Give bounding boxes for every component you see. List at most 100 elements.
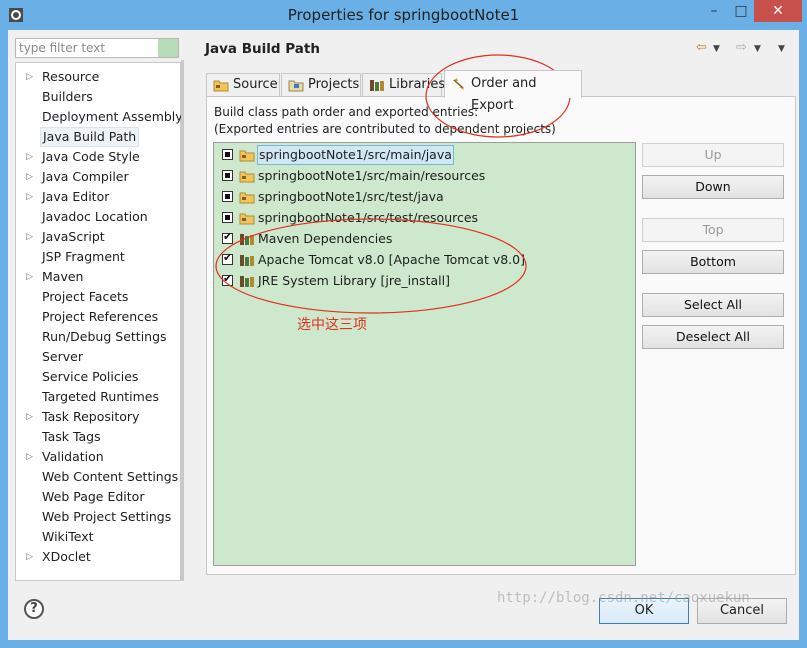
window-title: Properties for springbootNote1 (287, 6, 520, 24)
export-checkbox[interactable] (222, 191, 233, 202)
forward-arrow-icon[interactable]: ⇨ (736, 40, 747, 55)
deselect-all-button[interactable]: Deselect All (642, 325, 784, 349)
description-line-1: Build class path order and exported entr… (214, 105, 479, 119)
expand-arrow-icon[interactable]: ▷ (26, 67, 34, 87)
tree-item[interactable]: ▷ Task Repository (16, 407, 180, 427)
forward-menu-chevron-icon[interactable]: ▼ (754, 44, 761, 54)
classpath-entry[interactable]: springbootNote1/src/test/java (214, 187, 635, 207)
tree-item-label: Java Editor (42, 189, 110, 204)
expand-arrow-icon[interactable]: ▷ (26, 187, 34, 207)
classpath-entry-label: Apache Tomcat v8.0 [Apache Tomcat v8.0] (258, 252, 525, 267)
source-folder-icon (239, 150, 255, 162)
classpath-entry[interactable]: springbootNote1/src/main/java (214, 145, 635, 165)
classpath-entry[interactable]: Maven Dependencies (214, 229, 635, 249)
classpath-entry-label: Maven Dependencies (258, 231, 393, 246)
tree-item[interactable]: ▷ Validation (16, 447, 180, 467)
tab-label: Libraries (389, 77, 446, 92)
tree-item[interactable]: ▷ Resource (16, 67, 180, 87)
property-tree[interactable]: ▷ Resource Builders Deployment Assembly Java… (15, 62, 183, 581)
tree-item[interactable]: Service Policies (16, 367, 180, 387)
back-arrow-icon[interactable]: ⇦ (696, 40, 707, 55)
expand-arrow-icon[interactable]: ▷ (26, 447, 34, 467)
expand-arrow-icon[interactable]: ▷ (26, 267, 34, 287)
title-bar[interactable]: Properties for springbootNote1 – □ ✕ (0, 0, 807, 30)
filter-input[interactable]: type filter text (15, 38, 179, 58)
tree-item[interactable]: Project References (16, 307, 180, 327)
library-icon (240, 255, 254, 266)
tree-item[interactable]: Builders (16, 87, 180, 107)
tree-item[interactable]: Task Tags (16, 427, 180, 447)
clear-filter-icon[interactable] (158, 39, 178, 57)
tree-item-label: Task Tags (42, 429, 101, 444)
tree-item[interactable]: WikiText (16, 527, 180, 547)
tab-projects[interactable]: Projects (281, 73, 361, 96)
tab-source[interactable]: Source (206, 73, 280, 96)
tree-item[interactable]: ▷ JavaScript (16, 227, 180, 247)
down-button[interactable]: Down (642, 175, 784, 199)
tab-libraries[interactable]: Libraries (362, 73, 446, 96)
tree-item[interactable]: Web Page Editor (16, 487, 180, 507)
tree-item[interactable]: Deployment Assembly (16, 107, 183, 127)
classpath-entry-label: springbootNote1/src/main/java (257, 145, 454, 165)
tree-item-label: Java Build Path (40, 127, 140, 147)
expand-arrow-icon[interactable]: ▷ (26, 547, 34, 567)
classpath-entries-list[interactable]: springbootNote1/src/main/java springbootN… (213, 142, 636, 566)
classpath-entry[interactable]: springbootNote1/src/test/resources (214, 208, 635, 228)
help-icon[interactable]: ? (24, 599, 44, 619)
classpath-entry[interactable]: Apache Tomcat v8.0 [Apache Tomcat v8.0] (214, 250, 635, 270)
minimize-button[interactable]: – (700, 0, 728, 22)
view-menu-chevron-icon[interactable]: ▼ (778, 44, 785, 54)
classpath-entry[interactable]: JRE System Library [jre_install] (214, 271, 635, 291)
tree-item[interactable]: Run/Debug Settings (16, 327, 180, 347)
export-checkbox[interactable] (222, 230, 233, 244)
page-title: Java Build Path (205, 41, 320, 57)
back-menu-chevron-icon[interactable]: ▼ (713, 44, 720, 54)
tree-item[interactable]: ▷ Java Editor (16, 187, 180, 207)
tree-item[interactable]: ▷ XDoclet (16, 547, 180, 567)
tab-order-and-export[interactable]: Order and Export (444, 70, 582, 113)
properties-dialog: Properties for springbootNote1 – □ ✕ typ… (0, 0, 807, 648)
tree-item[interactable]: Java Build Path (16, 127, 180, 147)
tree-item-label: Resource (42, 69, 100, 84)
tree-item-label: Javadoc Location (42, 209, 148, 224)
export-checkbox[interactable] (222, 149, 233, 160)
tree-item[interactable]: Web Content Settings (16, 467, 180, 487)
expand-arrow-icon[interactable]: ▷ (26, 407, 34, 427)
export-checkbox[interactable] (222, 251, 233, 265)
up-button[interactable]: Up (642, 143, 784, 167)
tree-item[interactable]: Server (16, 347, 180, 367)
tree-item-label: Builders (42, 89, 93, 104)
tree-item[interactable]: ▷ Java Compiler (16, 167, 180, 187)
classpath-entry-label: springbootNote1/src/main/resources (258, 168, 486, 183)
tree-item-label: JSP Fragment (42, 249, 125, 264)
tree-item[interactable]: Web Project Settings (16, 507, 180, 527)
expand-arrow-icon[interactable]: ▷ (26, 167, 34, 187)
tree-item-label: Task Repository (42, 409, 140, 424)
tree-item[interactable]: ▷ Maven (16, 267, 180, 287)
expand-arrow-icon[interactable]: ▷ (26, 147, 34, 167)
tree-item-label: Validation (42, 449, 104, 464)
tree-item[interactable]: Targeted Runtimes (16, 387, 180, 407)
expand-arrow-icon[interactable]: ▷ (26, 227, 34, 247)
tree-item[interactable]: ▷ Java Code Style (16, 147, 180, 167)
export-checkbox[interactable] (222, 272, 233, 286)
maximize-button[interactable]: □ (728, 0, 754, 22)
tree-item-label: Project Facets (42, 289, 129, 304)
tree-item-label: Service Policies (42, 369, 139, 384)
top-button[interactable]: Top (642, 218, 784, 242)
watermark: http://blog.csdn.net/caoxuekun (497, 590, 750, 606)
export-checkbox[interactable] (222, 170, 233, 181)
classpath-entry[interactable]: springbootNote1/src/main/resources (214, 166, 635, 186)
select-all-button[interactable]: Select All (642, 293, 784, 317)
close-button[interactable]: ✕ (754, 0, 802, 22)
tree-item[interactable]: Javadoc Location (16, 207, 180, 227)
tree-item[interactable]: JSP Fragment (16, 247, 180, 267)
order-export-icon (453, 78, 464, 90)
projects-icon (288, 80, 304, 92)
tree-item-label: WikiText (42, 529, 94, 544)
export-checkbox[interactable] (222, 212, 233, 223)
bottom-button[interactable]: Bottom (642, 250, 784, 274)
tree-item[interactable]: Project Facets (16, 287, 180, 307)
classpath-entry-label: JRE System Library [jre_install] (258, 273, 450, 288)
pane-splitter[interactable] (181, 60, 184, 581)
